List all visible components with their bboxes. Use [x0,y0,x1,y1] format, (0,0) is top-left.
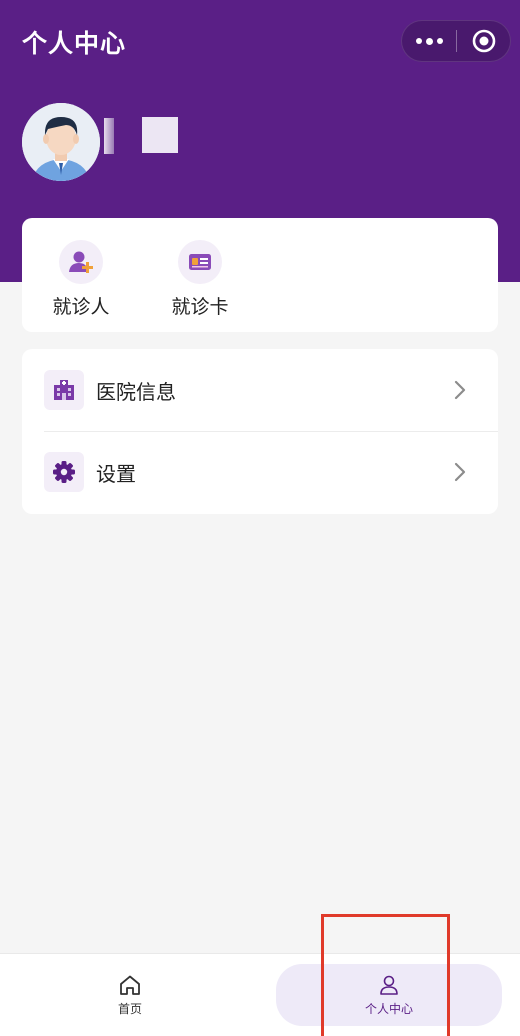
tab-home[interactable]: 首页 [80,964,180,1026]
hospital-icon [44,370,84,410]
menu-card: 医院信息 设置 [22,349,498,514]
tab-label: 个人中心 [364,1001,413,1016]
more-dots-icon[interactable] [402,21,456,61]
username-redacted-block [142,117,178,153]
tab-profile[interactable]: 个人中心 [276,964,502,1026]
page-title: 个人中心 [22,29,127,58]
mini-program-capsule [401,20,511,62]
person-icon [380,975,398,995]
menu-item-hospital-info[interactable]: 医院信息 [22,349,498,431]
user-avatar-icon [22,103,100,181]
add-person-icon [59,240,103,284]
quick-actions-card: 就诊人 就诊卡 [22,218,498,332]
menu-item-label: 设置 [96,461,136,486]
quick-item-patient[interactable]: 就诊人 [41,240,121,319]
quick-item-card[interactable]: 就诊卡 [160,240,240,319]
chevron-right-icon [452,380,468,400]
avatar[interactable] [22,103,100,181]
gear-icon [44,452,84,492]
menu-item-settings[interactable]: 设置 [22,431,498,513]
tab-label: 首页 [117,1001,142,1016]
menu-item-label: 医院信息 [96,379,176,404]
bottom-tab-bar: 首页 个人中心 [0,953,520,1036]
username-redacted [104,118,114,154]
quick-item-label: 就诊人 [52,296,110,318]
id-card-icon [178,240,222,284]
home-icon [120,975,140,995]
quick-item-label: 就诊卡 [171,296,229,318]
target-close-icon[interactable] [457,21,510,61]
chevron-right-icon [452,462,468,482]
